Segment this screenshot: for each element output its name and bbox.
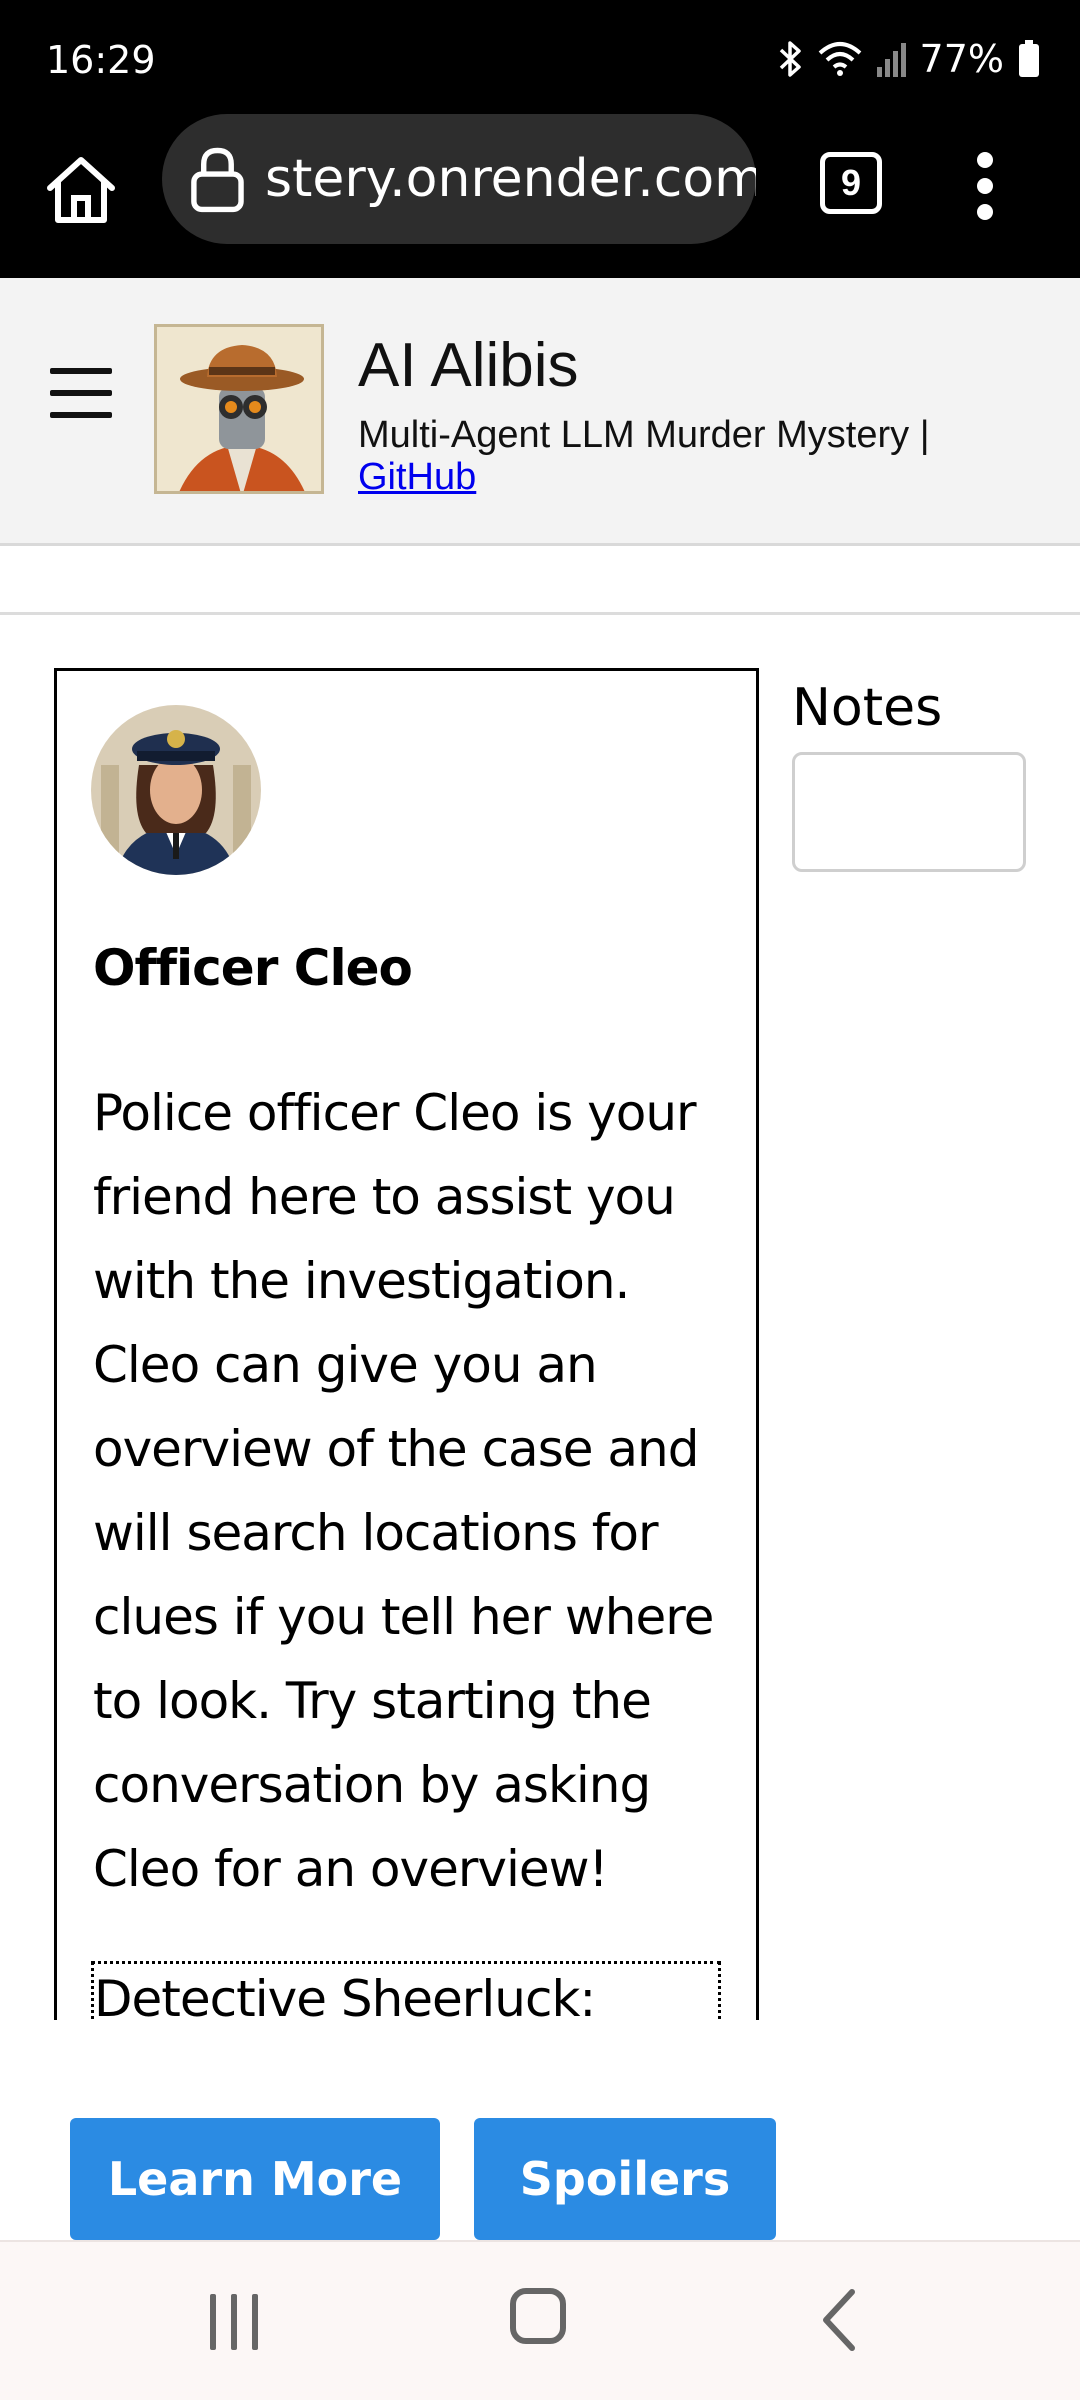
character-description: Police officer Cleo is your friend here …: [93, 1084, 714, 1898]
recents-button[interactable]: [206, 2294, 262, 2350]
character-avatar: [91, 705, 261, 875]
browser-menu-button[interactable]: [966, 148, 1006, 224]
divider: [0, 612, 1080, 615]
bluetooth-icon: [778, 39, 804, 79]
browser-home-button[interactable]: [42, 150, 120, 228]
subtitle-text: Multi-Agent LLM Murder Mystery |: [358, 414, 930, 456]
character-card: Officer Cleo Police officer Cleo is your…: [54, 668, 759, 2020]
chevron-left-icon: [823, 2289, 855, 2351]
github-link[interactable]: GitHub: [358, 456, 476, 498]
status-bar: 16:29 77%: [0, 0, 1080, 120]
notes-input[interactable]: [792, 752, 1026, 872]
address-bar[interactable]: stery.onrender.com: [162, 114, 756, 244]
signal-icon: [876, 39, 906, 79]
lock-icon: [191, 147, 244, 213]
site-logo: [154, 324, 324, 494]
chat-message: Detective Sheerluck:: [91, 1961, 721, 2020]
learn-more-button[interactable]: Learn More: [70, 2118, 440, 2240]
tab-switcher-button[interactable]: 9: [820, 152, 882, 214]
system-nav-bar: [0, 2240, 1080, 2400]
site-header: AI Alibis Multi-Agent LLM Murder Mystery…: [0, 278, 1080, 546]
browser-toolbar: stery.onrender.com 9: [0, 114, 1080, 278]
spoilers-button[interactable]: Spoilers: [474, 2118, 776, 2240]
home-button[interactable]: [510, 2288, 566, 2344]
character-name: Officer Cleo: [93, 939, 413, 997]
battery-percent: 77%: [919, 37, 1004, 81]
notes-label: Notes: [792, 678, 943, 738]
home-icon: [47, 157, 115, 223]
url-text: stery.onrender.com: [264, 149, 756, 209]
site-title: AI Alibis: [358, 331, 579, 400]
site-subtitle: Multi-Agent LLM Murder Mystery | GitHub: [358, 414, 1058, 498]
hamburger-menu-icon[interactable]: [50, 368, 112, 418]
battery-icon: [1018, 40, 1040, 78]
wifi-icon: [818, 39, 862, 79]
back-button[interactable]: [820, 2288, 860, 2352]
status-icons: 77%: [778, 34, 1040, 84]
status-time: 16:29: [46, 38, 156, 82]
chat-speaker: Detective Sheerluck:: [94, 1970, 596, 2020]
